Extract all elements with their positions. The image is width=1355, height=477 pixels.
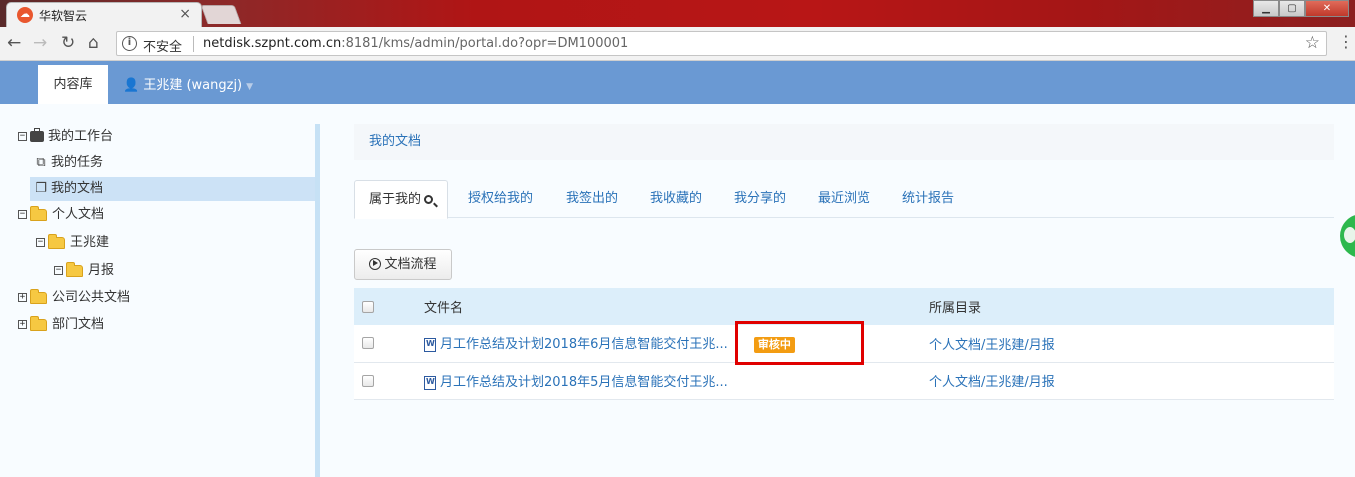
- column-header-folder: 所属目录: [929, 288, 1334, 325]
- word-doc-icon: [424, 375, 436, 390]
- row-select-cell: [354, 362, 424, 400]
- caret-down-icon: ▼: [246, 82, 254, 92]
- expand-icon[interactable]: +: [18, 293, 27, 302]
- address-bar[interactable]: i 不安全 netdisk.szpnt.com.cn:8181/kms/admi…: [116, 31, 1327, 56]
- info-icon[interactable]: i: [122, 36, 137, 51]
- close-icon[interactable]: ×: [179, 6, 191, 22]
- folder-icon: [30, 205, 47, 221]
- url-text[interactable]: netdisk.szpnt.com.cn:8181/kms/admin/port…: [203, 36, 628, 51]
- browser-tab[interactable]: ☁ 华软智云 ×: [6, 2, 202, 27]
- row-checkbox[interactable]: [362, 374, 374, 387]
- back-icon[interactable]: ←: [7, 33, 21, 53]
- column-header-filename: 文件名: [424, 288, 929, 325]
- tree-item-company-docs[interactable]: + 公司公共文档: [18, 286, 130, 310]
- file-link[interactable]: 月工作总结及计划2018年5月信息智能交付王兆...: [440, 375, 728, 390]
- tab-shared[interactable]: 我分享的: [734, 180, 786, 218]
- folder-cell: 个人文档/王兆建/月报: [929, 325, 1334, 363]
- folder-icon: [30, 315, 47, 331]
- row-checkbox[interactable]: [362, 337, 374, 350]
- collapse-icon[interactable]: −: [54, 266, 63, 275]
- user-menu[interactable]: 👤 王兆建 (wangzj) ▼: [123, 74, 253, 93]
- collapse-icon[interactable]: −: [18, 210, 27, 219]
- table-row: 月工作总结及计划2018年6月信息智能交付王兆... 审核中 个人文档/王兆建/…: [354, 325, 1334, 363]
- sidebar-splitter[interactable]: [315, 124, 320, 477]
- cloud-icon: ☁: [17, 7, 33, 23]
- page-body: − 我的工作台 ⧉ 我的任务 ❐ 我的文档 − 个人文档 − 王兆建 − 月报 + 公司公共文…: [0, 104, 1355, 477]
- main-content: 我的文档 属于我的 授权给我的 我签出的 我收藏的 我分享的 最近浏览 统计报告…: [354, 104, 1334, 477]
- tree-item-workbench[interactable]: − 我的工作台: [18, 125, 113, 149]
- file-link[interactable]: 月工作总结及计划2018年6月信息智能交付王兆...: [440, 337, 728, 352]
- user-name: 王兆建 (wangzj): [143, 78, 243, 93]
- divider: [193, 36, 194, 52]
- browser-toolbar: ← → ↻ ⌂ i 不安全 netdisk.szpnt.com.cn:8181/…: [0, 27, 1355, 61]
- search-icon[interactable]: [424, 195, 434, 204]
- filename-cell: 月工作总结及计划2018年5月信息智能交付王兆...: [424, 362, 929, 400]
- content-library-tab[interactable]: 内容库: [38, 65, 108, 104]
- tree-item-personal-docs[interactable]: − 个人文档: [18, 203, 104, 227]
- tree-item-my-tasks[interactable]: ⧉ 我的任务: [34, 151, 103, 175]
- security-label: 不安全: [143, 40, 183, 55]
- play-circle-icon: [369, 257, 382, 270]
- sidebar-tree: − 我的工作台 ⧉ 我的任务 ❐ 我的文档 − 个人文档 − 王兆建 − 月报 + 公司公共文…: [0, 104, 318, 477]
- expand-icon[interactable]: +: [18, 320, 27, 329]
- document-tabs: 属于我的 授权给我的 我签出的 我收藏的 我分享的 最近浏览 统计报告: [354, 180, 1334, 219]
- collapse-icon[interactable]: −: [36, 238, 45, 247]
- table-header-row: 文件名 所属目录: [354, 288, 1334, 325]
- status-badge: 审核中: [753, 337, 795, 354]
- filename-cell: 月工作总结及计划2018年6月信息智能交付王兆... 审核中: [424, 325, 929, 363]
- breadcrumb-link[interactable]: 我的文档: [369, 134, 421, 149]
- tab-authorized[interactable]: 授权给我的: [468, 180, 533, 218]
- tree-item-monthly-report[interactable]: − 月报: [54, 259, 114, 283]
- user-icon: 👤: [123, 78, 140, 93]
- folder-icon: [48, 233, 65, 249]
- window-controls: ▁ ▢ ✕: [1253, 0, 1349, 18]
- tree-item-department-docs[interactable]: + 部门文档: [18, 313, 104, 337]
- document-flow-button[interactable]: 文档流程: [354, 249, 452, 280]
- folder-cell: 个人文档/王兆建/月报: [929, 362, 1334, 400]
- folder-link[interactable]: 个人文档/王兆建/月报: [929, 375, 1055, 390]
- tab-checked-out[interactable]: 我签出的: [566, 180, 618, 218]
- new-tab-button[interactable]: [200, 5, 242, 24]
- external-link-icon: ⧉: [36, 155, 46, 170]
- select-all-cell: [354, 288, 424, 325]
- tab-title: 华软智云: [39, 9, 88, 23]
- tab-owned[interactable]: 属于我的: [354, 180, 449, 219]
- file-table: 文件名 所属目录 月工作总结及计划2018年6月信息智能交付王兆... 审核中 …: [354, 288, 1334, 400]
- tree-item-user-folder[interactable]: − 王兆建: [36, 231, 109, 255]
- minimize-icon[interactable]: ▁: [1253, 0, 1279, 17]
- table-row: 月工作总结及计划2018年5月信息智能交付王兆... 个人文档/王兆建/月报: [354, 362, 1334, 400]
- window-close-icon[interactable]: ✕: [1305, 0, 1349, 17]
- breadcrumb: 我的文档: [354, 124, 1334, 160]
- reload-icon[interactable]: ↻: [61, 33, 75, 53]
- word-doc-icon: [424, 337, 436, 352]
- folder-link[interactable]: 个人文档/王兆建/月报: [929, 338, 1055, 353]
- maximize-icon[interactable]: ▢: [1279, 0, 1305, 17]
- briefcase-icon: [30, 128, 44, 142]
- folder-icon: [66, 261, 83, 277]
- folder-icon: [30, 288, 47, 304]
- select-all-checkbox[interactable]: [362, 300, 374, 313]
- browser-menu-icon[interactable]: ⋮: [1338, 32, 1354, 51]
- forward-icon[interactable]: →: [33, 33, 47, 53]
- row-select-cell: [354, 325, 424, 363]
- app-header: 内容库 👤 王兆建 (wangzj) ▼: [0, 61, 1355, 104]
- copy-icon: ❐: [35, 181, 47, 196]
- browser-tabstrip: ☁ 华软智云 × ▁ ▢ ✕: [0, 0, 1355, 27]
- bookmark-star-icon[interactable]: ☆: [1305, 33, 1320, 53]
- home-icon[interactable]: ⌂: [88, 33, 99, 53]
- tab-favorites[interactable]: 我收藏的: [650, 180, 702, 218]
- collapse-icon[interactable]: −: [18, 132, 27, 141]
- tab-statistics[interactable]: 统计报告: [902, 180, 954, 218]
- tree-item-my-documents[interactable]: ❐ 我的文档: [30, 177, 315, 201]
- tab-recent[interactable]: 最近浏览: [818, 180, 870, 218]
